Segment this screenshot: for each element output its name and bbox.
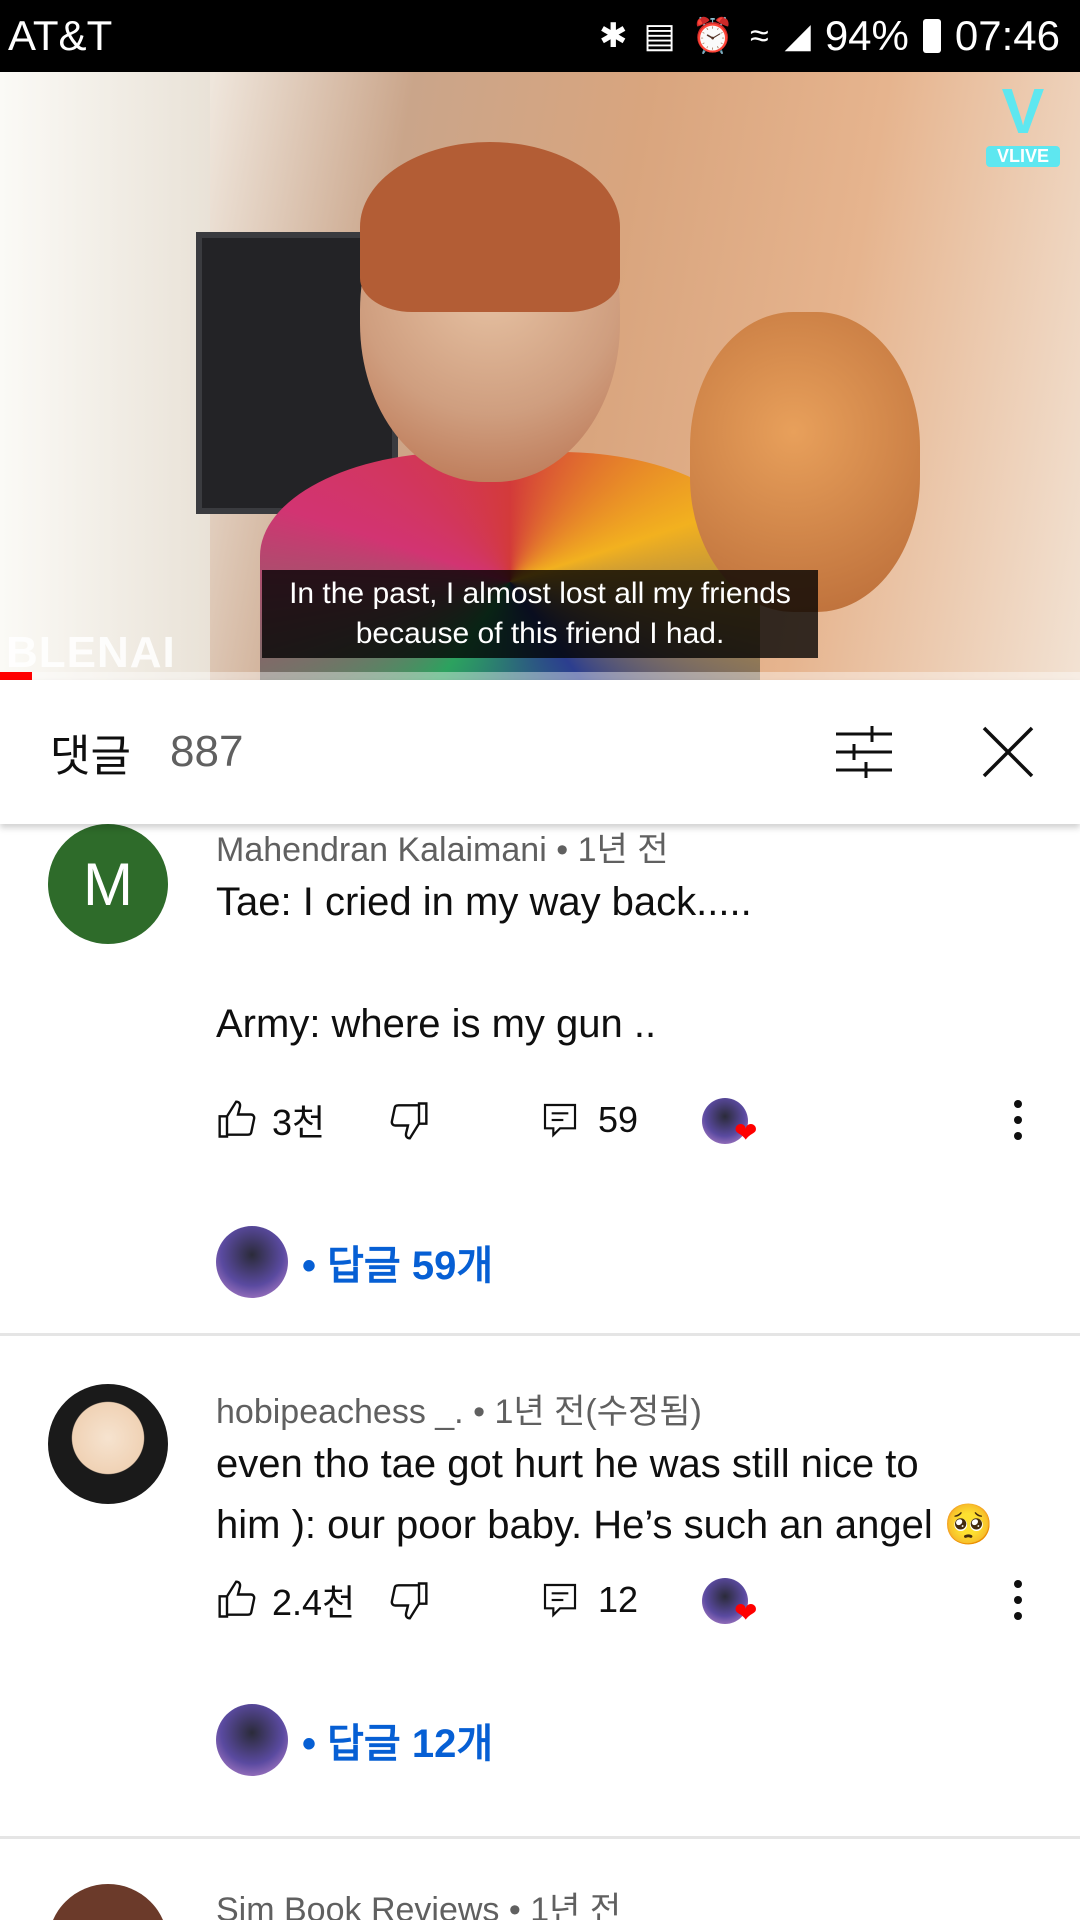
subtitle-line-2: because of this friend I had. bbox=[355, 617, 725, 650]
comment-thread: Sim Book Reviews • 1년 전 bbox=[0, 1884, 1080, 1920]
video-player[interactable]: V VLIVE BLENAI In the past, I almost los… bbox=[0, 72, 1080, 680]
video-subtitle: In the past, I almost lost all my friend… bbox=[262, 570, 818, 658]
comments-count: 887 bbox=[170, 727, 244, 776]
divider bbox=[0, 1836, 1080, 1839]
video-progress-bar[interactable] bbox=[0, 672, 1080, 680]
comment-time: 1년 전(수정됨) bbox=[494, 1393, 702, 1431]
avatar[interactable] bbox=[48, 1384, 168, 1504]
bluetooth-icon: ✱ bbox=[599, 17, 628, 55]
comment-author[interactable]: hobipeachess _. bbox=[216, 1393, 464, 1431]
close-icon bbox=[982, 726, 1034, 778]
sort-button[interactable] bbox=[832, 720, 896, 784]
vibrate-icon: ▤ bbox=[643, 17, 676, 55]
signal-icon: ◢ bbox=[784, 17, 811, 55]
comment-text-line: even tho tae got hurt he was still nice … bbox=[216, 1442, 919, 1486]
more-options-button[interactable] bbox=[1012, 1570, 1024, 1630]
replier-avatar bbox=[216, 1704, 288, 1776]
thumbs-up-icon bbox=[218, 1100, 256, 1138]
divider bbox=[0, 1333, 1080, 1336]
like-button[interactable]: 2.4천 bbox=[216, 1570, 355, 1630]
clock: 07:46 bbox=[954, 12, 1060, 59]
replies-row[interactable]: • 답글 59개 bbox=[216, 1226, 493, 1298]
like-count: 2.4천 bbox=[272, 1582, 356, 1623]
comments-header: 댓글 887 bbox=[0, 680, 1080, 824]
replier-avatar bbox=[216, 1226, 288, 1298]
vlive-v-icon: V bbox=[1001, 75, 1045, 147]
video-scene-hair bbox=[360, 142, 620, 312]
comment-author[interactable]: Mahendran Kalaimani bbox=[216, 831, 547, 869]
comment-actions: 3천 59 ❤ bbox=[216, 1090, 1036, 1150]
reply-button[interactable]: 59 bbox=[540, 1090, 638, 1150]
thumbs-up-icon bbox=[218, 1580, 256, 1618]
comment-meta: Mahendran Kalaimani • 1년 전 bbox=[216, 822, 669, 871]
replies-link[interactable]: • 답글 59개 bbox=[302, 1233, 493, 1291]
thumbs-down-icon bbox=[390, 1582, 428, 1620]
close-button[interactable] bbox=[976, 720, 1040, 784]
like-count: 3천 bbox=[272, 1102, 326, 1143]
more-vert-icon bbox=[1014, 1100, 1022, 1140]
reply-button[interactable]: 12 bbox=[540, 1570, 638, 1630]
status-icons: ✱ ▤ ⏰ ≈ ◢ bbox=[599, 16, 811, 56]
comment-time: 1년 전 bbox=[577, 831, 669, 869]
comment-text-line: him ): our poor baby. He’s such an angel… bbox=[216, 1503, 994, 1547]
reply-icon bbox=[543, 1583, 577, 1618]
comment-text: even tho tae got hurt he was still nice … bbox=[216, 1434, 1006, 1556]
like-button[interactable]: 3천 bbox=[216, 1090, 325, 1150]
video-watermark: BLENAI bbox=[6, 628, 176, 677]
comment-text-line: Army: where is my gun .. bbox=[216, 1002, 657, 1046]
thumbs-down-icon bbox=[390, 1102, 428, 1140]
status-bar: AT&T ✱ ▤ ⏰ ≈ ◢ 94% 07:46 bbox=[0, 0, 1080, 72]
video-scene-food bbox=[690, 312, 920, 612]
video-scene-window bbox=[0, 72, 210, 680]
comment-meta: hobipeachess _. • 1년 전(수정됨) bbox=[216, 1384, 702, 1433]
alarm-icon: ⏰ bbox=[691, 17, 734, 55]
meta-separator: • bbox=[473, 1393, 495, 1431]
comment-text-blank bbox=[216, 933, 1006, 994]
dislike-button[interactable] bbox=[386, 1090, 430, 1150]
comment-time: 1년 전 bbox=[530, 1891, 622, 1920]
carrier-label: AT&T bbox=[8, 12, 113, 59]
replies-link[interactable]: • 답글 12개 bbox=[302, 1711, 493, 1769]
reply-count: 12 bbox=[598, 1579, 639, 1620]
vlive-logo: V VLIVE bbox=[986, 76, 1060, 180]
comments-title: 댓글 bbox=[50, 732, 131, 781]
comment-author[interactable]: Sim Book Reviews bbox=[216, 1891, 499, 1920]
replies-link-text: 답글 12개 bbox=[327, 1722, 494, 1766]
meta-separator: • bbox=[508, 1891, 531, 1920]
comment-text-line: Tae: I cried in my way back..... bbox=[216, 880, 752, 924]
comment-meta: Sim Book Reviews • 1년 전 bbox=[216, 1884, 621, 1920]
vlive-logo-text: VLIVE bbox=[986, 146, 1060, 167]
sort-icon bbox=[836, 726, 892, 778]
replies-link-text: 답글 59개 bbox=[327, 1244, 494, 1288]
avatar[interactable]: M bbox=[48, 824, 168, 944]
status-right: ✱ ▤ ⏰ ≈ ◢ 94% 07:46 bbox=[599, 12, 1060, 60]
meta-separator: • bbox=[556, 831, 578, 869]
comment-thread: M Mahendran Kalaimani • 1년 전 Tae: I crie… bbox=[0, 824, 1080, 1334]
battery-label: 94% bbox=[824, 12, 909, 59]
more-vert-icon bbox=[1014, 1580, 1022, 1620]
avatar-letter: M bbox=[83, 850, 133, 918]
comment-actions: 2.4천 12 ❤ bbox=[216, 1570, 1036, 1630]
reply-count: 59 bbox=[598, 1099, 639, 1140]
replies-row[interactable]: • 답글 12개 bbox=[216, 1704, 493, 1776]
avatar[interactable] bbox=[48, 1884, 168, 1920]
wifi-icon: ≈ bbox=[750, 16, 769, 55]
dislike-button[interactable] bbox=[386, 1570, 430, 1630]
video-progress-fill bbox=[0, 672, 33, 680]
comment-thread: hobipeachess _. • 1년 전(수정됨) even tho tae… bbox=[0, 1384, 1080, 1834]
reply-icon bbox=[543, 1103, 577, 1138]
heart-icon: ❤ bbox=[734, 1117, 758, 1148]
battery-icon bbox=[922, 19, 941, 53]
more-options-button[interactable] bbox=[1012, 1090, 1024, 1150]
heart-icon: ❤ bbox=[734, 1597, 758, 1628]
comment-text: Tae: I cried in my way back..... Army: w… bbox=[216, 872, 1006, 1055]
subtitle-line-1: In the past, I almost lost all my friend… bbox=[289, 577, 791, 610]
